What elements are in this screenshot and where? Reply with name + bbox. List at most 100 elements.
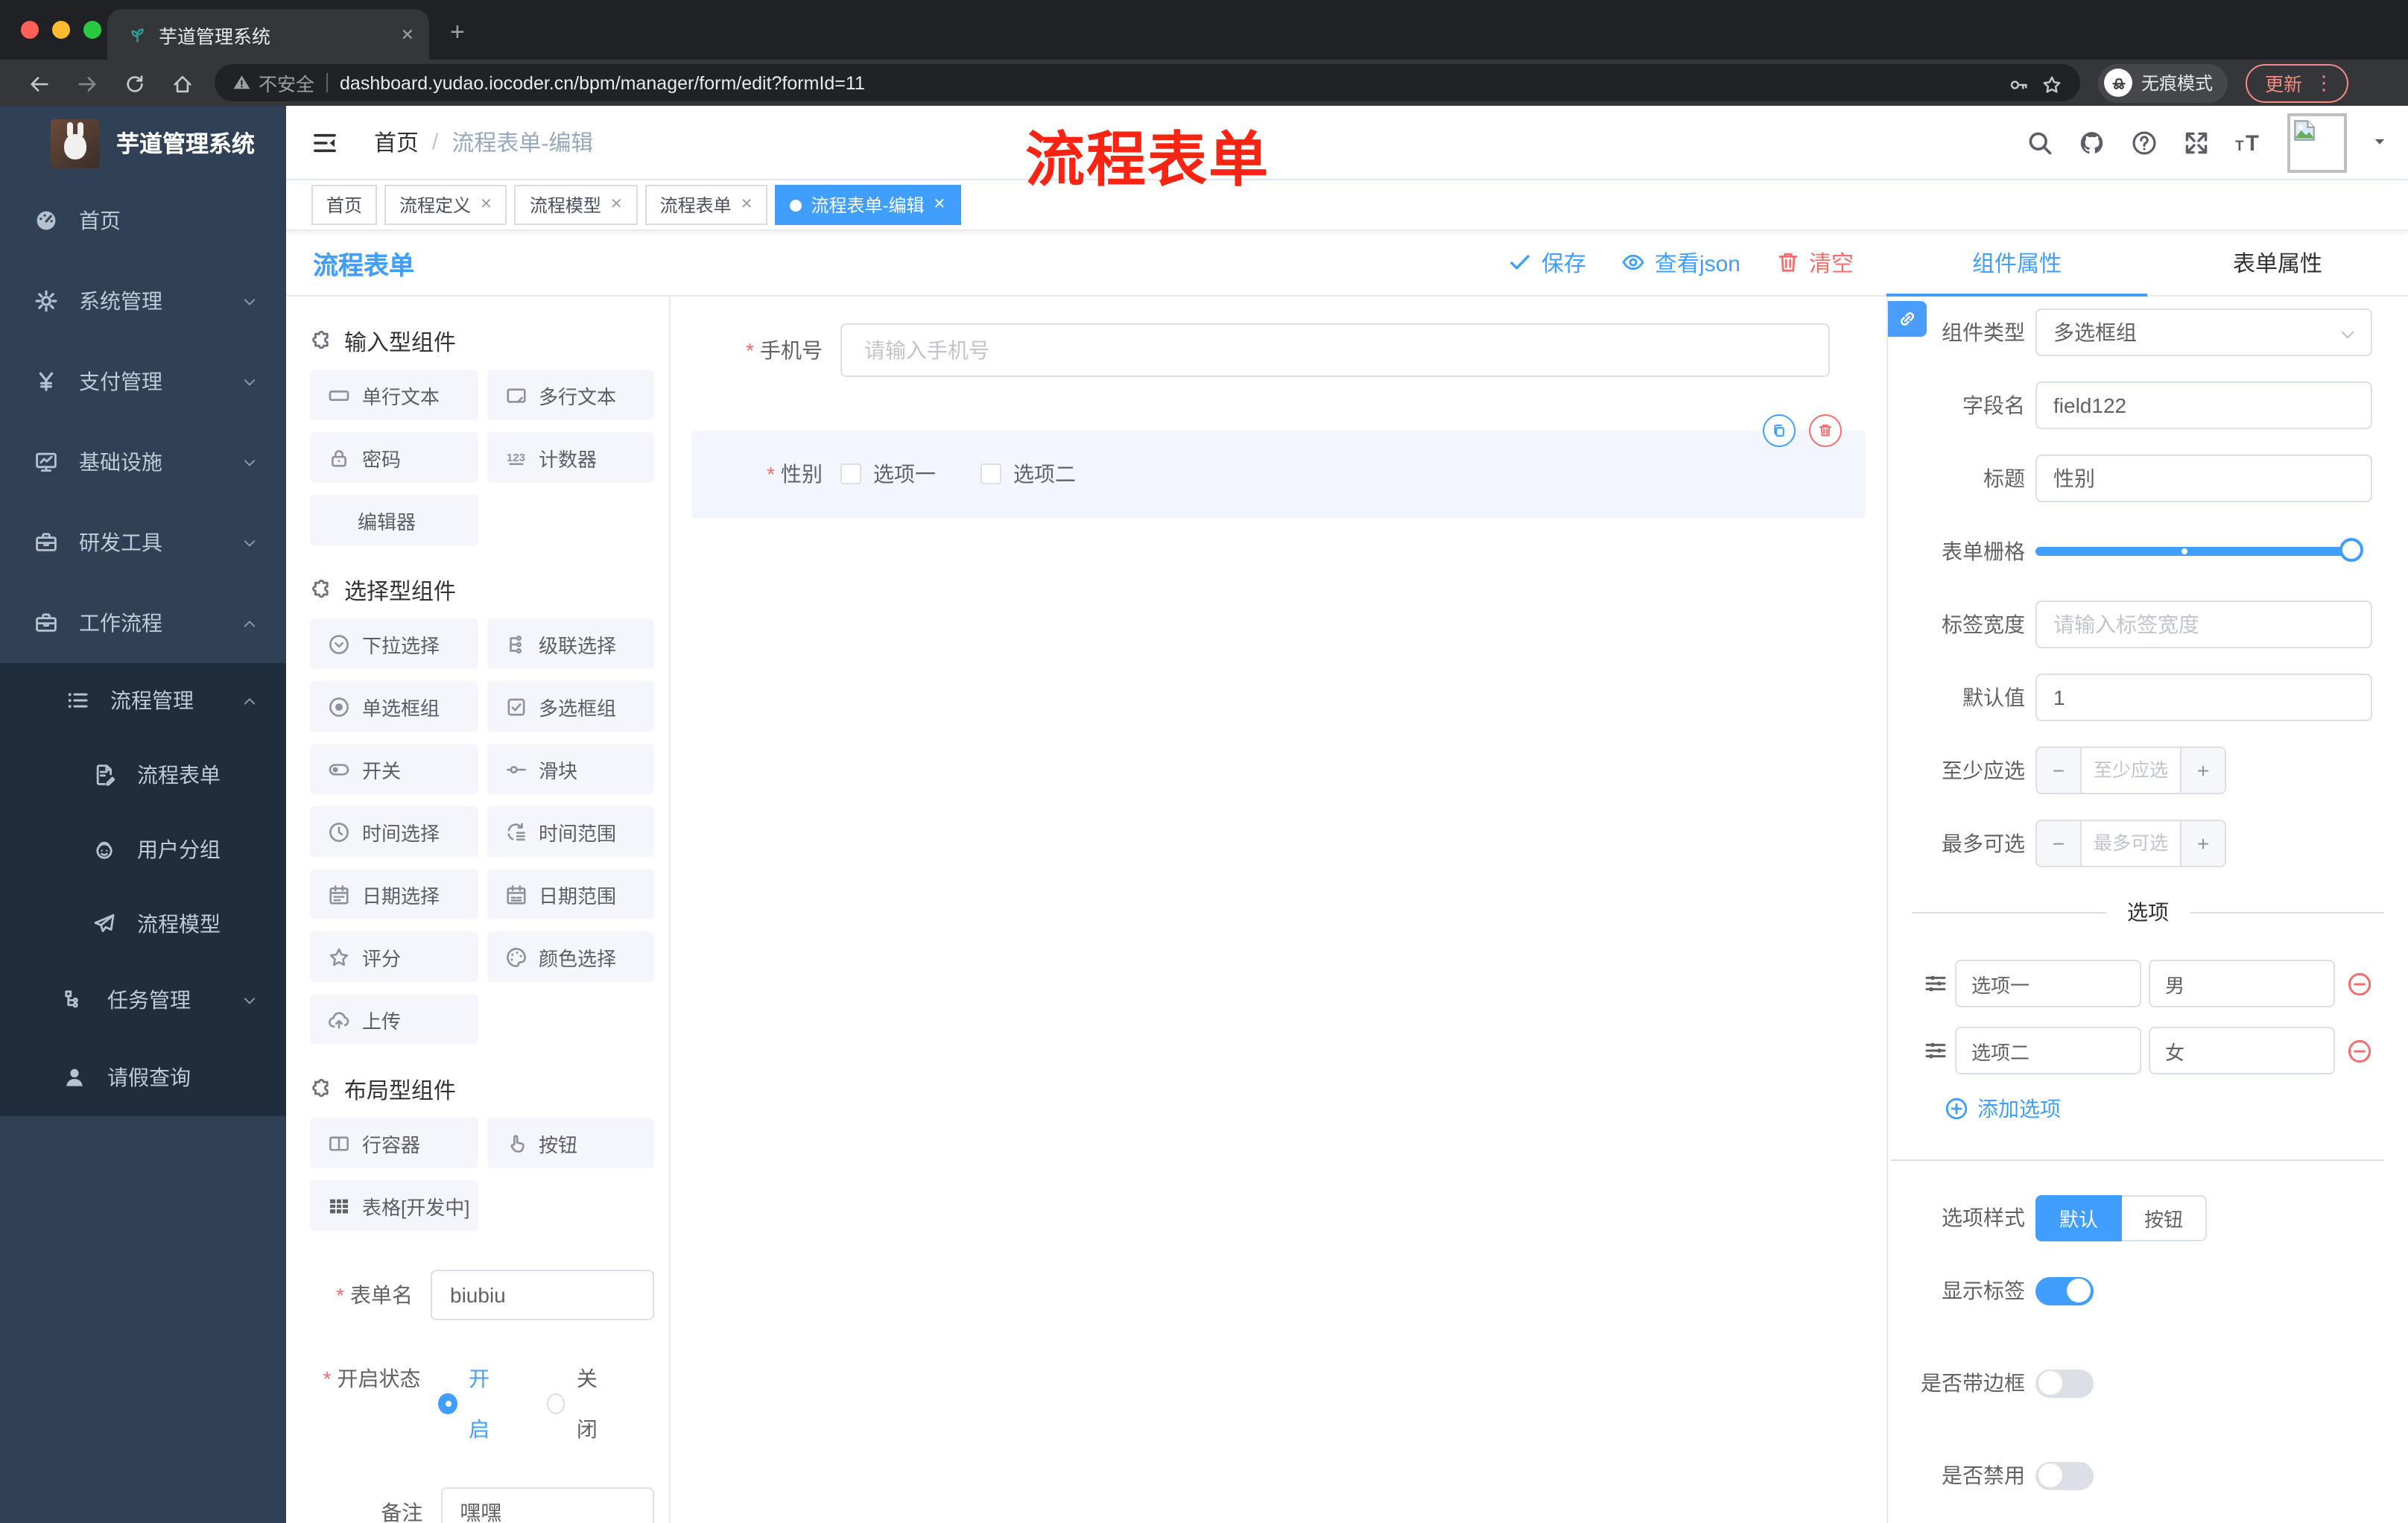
sidebar-item-process-model[interactable]: 流程模型 — [0, 887, 286, 961]
sidebar-logo[interactable]: 芋道管理系统 — [0, 106, 286, 180]
tag-process-form[interactable]: 流程表单 ✕ — [644, 185, 768, 225]
window-controls[interactable] — [21, 21, 101, 39]
chip-button[interactable]: 按钮 — [487, 1118, 654, 1168]
caret-down-icon[interactable] — [2372, 134, 2387, 151]
min-select-input[interactable] — [2082, 748, 2180, 793]
sidebar-item-task-mgmt[interactable]: 任务管理 — [0, 961, 286, 1039]
checkbox[interactable] — [980, 463, 1001, 484]
field-name-input[interactable] — [2035, 381, 2372, 429]
security-status[interactable]: 不安全 — [232, 69, 314, 97]
avatar[interactable] — [2287, 113, 2347, 172]
option-value-input[interactable] — [2149, 960, 2335, 1007]
status-on-radio[interactable]: 开启 — [438, 1353, 504, 1454]
view-json-button[interactable]: 查看json — [1622, 247, 1740, 279]
title-input[interactable] — [2035, 455, 2372, 502]
option-value-input[interactable] — [2149, 1027, 2335, 1074]
form-name-input[interactable] — [431, 1270, 654, 1320]
zoom-window-button[interactable] — [83, 21, 101, 39]
show-label-toggle[interactable] — [2035, 1276, 2094, 1305]
option-name-input[interactable] — [1955, 1027, 2141, 1074]
browser-menu-icon[interactable]: ⋮ — [2314, 71, 2333, 95]
slider-track[interactable] — [2035, 538, 2363, 562]
tag-close-icon[interactable]: ✕ — [480, 197, 492, 213]
url-text[interactable]: dashboard.yudao.iocoder.cn/bpm/manager/f… — [340, 72, 1997, 93]
form-remark-textarea[interactable]: 嘿嘿 — [440, 1487, 654, 1523]
remove-option-button[interactable] — [2347, 971, 2372, 996]
option-name-input[interactable] — [1955, 960, 2141, 1007]
tab-form-props[interactable]: 表单属性 — [2147, 247, 2408, 279]
tab-component-props[interactable]: 组件属性 — [1886, 247, 2147, 279]
new-tab-button[interactable]: + — [450, 18, 465, 48]
chip-password[interactable]: 密码 — [310, 432, 478, 483]
sidebar-item-devtools[interactable]: 研发工具 — [0, 502, 286, 583]
breadcrumb-home[interactable]: 首页 — [374, 127, 419, 158]
checkbox[interactable] — [840, 463, 861, 484]
minimize-window-button[interactable] — [52, 21, 70, 39]
disabled-toggle[interactable] — [2035, 1461, 2094, 1489]
reload-icon[interactable] — [110, 70, 158, 95]
chip-date-range[interactable]: 日期范围 — [487, 869, 654, 919]
gender-option-1[interactable]: 选项一 — [840, 459, 936, 489]
drag-handle-icon[interactable] — [1924, 972, 1948, 995]
sidebar-item-workflow[interactable]: 工作流程 — [0, 583, 286, 663]
chip-counter[interactable]: 123 计数器 — [487, 432, 654, 483]
label-width-input[interactable] — [2035, 601, 2372, 648]
sidebar-item-leave-query[interactable]: 请假查询 — [0, 1039, 286, 1116]
chip-switch[interactable]: 开关 — [310, 744, 478, 794]
sidebar-item-system[interactable]: 系统管理 — [0, 261, 286, 341]
chip-cascader[interactable]: 级联选择 — [487, 618, 654, 669]
style-button-button[interactable]: 按钮 — [2122, 1194, 2208, 1241]
update-button[interactable]: 更新 ⋮ — [2246, 63, 2349, 102]
style-default-button[interactable]: 默认 — [2035, 1194, 2123, 1241]
tag-process-form-edit[interactable]: 流程表单-编辑 ✕ — [775, 185, 961, 225]
gender-option-2[interactable]: 选项二 — [980, 459, 1076, 489]
save-button[interactable]: 保存 — [1509, 247, 1586, 279]
sidebar-item-process-mgmt[interactable]: 流程管理 — [0, 663, 286, 738]
tag-close-icon[interactable]: ✕ — [610, 197, 623, 213]
close-window-button[interactable] — [21, 21, 39, 39]
password-key-icon[interactable] — [2009, 71, 2030, 95]
github-icon[interactable] — [2079, 127, 2106, 158]
chip-radio-group[interactable]: 单选框组 — [310, 681, 478, 732]
increase-button[interactable]: + — [2180, 821, 2225, 866]
chip-textarea[interactable]: 多行文本 — [487, 370, 654, 420]
chip-date-picker[interactable]: 日期选择 — [310, 869, 478, 919]
decrease-button[interactable]: − — [2037, 748, 2082, 793]
sidebar-item-user-group[interactable]: 用户分组 — [0, 812, 286, 887]
bookmark-star-icon[interactable] — [2041, 71, 2062, 95]
browser-tab[interactable]: 芋道管理系统 ✕ — [107, 9, 429, 60]
chip-table-dev[interactable]: 表格[开发中] — [310, 1180, 478, 1231]
component-type-select[interactable]: 多选框组 — [2035, 308, 2372, 356]
forward-icon[interactable] — [63, 70, 110, 95]
collapse-menu-icon[interactable] — [311, 127, 338, 158]
chip-color-picker[interactable]: 颜色选择 — [487, 931, 654, 982]
phone-field-row[interactable]: 手机号 — [691, 323, 1866, 377]
chip-time-range[interactable]: 时间范围 — [487, 806, 654, 857]
chip-editor[interactable]: 编辑器 — [310, 495, 478, 545]
tag-process-model[interactable]: 流程模型 ✕ — [514, 185, 638, 225]
tag-close-icon[interactable]: ✕ — [933, 197, 945, 213]
font-size-icon[interactable]: TT — [2235, 127, 2262, 158]
sidebar-item-infra[interactable]: 基础设施 — [0, 422, 286, 502]
home-icon[interactable] — [158, 70, 206, 95]
clear-button[interactable]: 清空 — [1776, 247, 1854, 279]
border-toggle[interactable] — [2035, 1369, 2094, 1397]
remove-option-button[interactable] — [2347, 1038, 2372, 1063]
chip-time-picker[interactable]: 时间选择 — [310, 806, 478, 857]
chip-upload[interactable]: 上传 — [310, 994, 478, 1045]
sidebar-item-payment[interactable]: 支付管理 — [0, 341, 286, 422]
chip-rate[interactable]: 评分 — [310, 931, 478, 982]
link-icon[interactable] — [1888, 301, 1927, 337]
search-icon[interactable] — [2027, 127, 2053, 158]
increase-button[interactable]: + — [2180, 748, 2225, 793]
chip-row-container[interactable]: 行容器 — [310, 1118, 478, 1168]
max-select-input[interactable] — [2082, 821, 2180, 866]
add-option-button[interactable]: 添加选项 — [1945, 1094, 2384, 1124]
delete-widget-button[interactable] — [1809, 414, 1842, 447]
help-icon[interactable] — [2131, 127, 2158, 158]
address-bar[interactable]: 不安全 dashboard.yudao.iocoder.cn/bpm/manag… — [215, 64, 2080, 101]
form-grid-slider[interactable] — [2035, 528, 2363, 575]
chip-select[interactable]: 下拉选择 — [310, 618, 478, 669]
chip-slider[interactable]: 滑块 — [487, 744, 654, 794]
drag-handle-icon[interactable] — [1924, 1039, 1948, 1063]
